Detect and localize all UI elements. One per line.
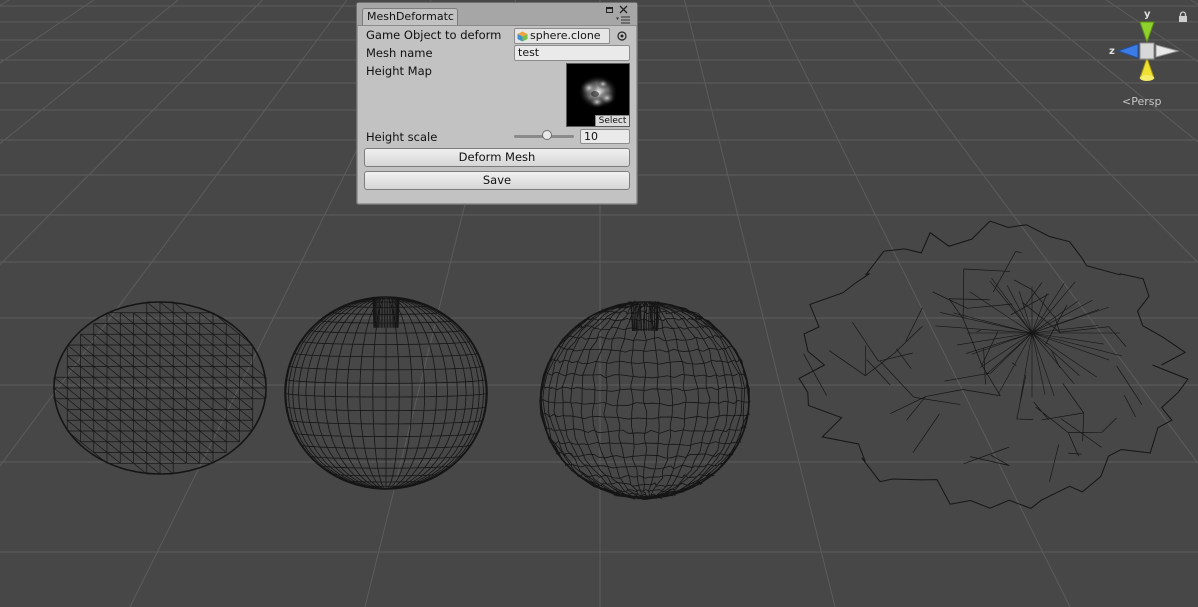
lock-icon[interactable] (1178, 11, 1188, 23)
height-scale-input[interactable]: 10 (580, 129, 630, 144)
gizmo-x-cone[interactable] (1155, 44, 1180, 58)
persp-label-text: Persp (1131, 95, 1162, 108)
gizmo-y-cone[interactable] (1139, 21, 1155, 44)
gizmo-yneg-cap (1140, 75, 1154, 81)
persp-label[interactable]: <Persp (1122, 95, 1161, 108)
gizmo-center-cube[interactable] (1139, 42, 1155, 60)
mesh-deformation-window: MeshDeformatc Game Object to deform sphe… (356, 2, 638, 205)
maximize-icon[interactable] (606, 7, 613, 13)
gizmo-z-cone[interactable] (1116, 43, 1139, 59)
wireframe-meshes (53, 220, 1189, 509)
wire-sphere-geodesic (53, 301, 267, 475)
height-map-label: Height Map (366, 64, 432, 78)
grid-line (0, 0, 95, 64)
gizmo-y-label: y (1144, 9, 1151, 20)
close-icon[interactable] (619, 5, 628, 14)
grid-line (0, 0, 263, 266)
game-object-label: Game Object to deform (366, 28, 502, 42)
save-button[interactable]: Save (364, 171, 630, 190)
height-map-select-button[interactable]: Select (595, 115, 629, 126)
height-scale-label: Height scale (366, 130, 438, 144)
wire-mesh-heightmap-deformed (803, 251, 1143, 482)
game-object-value: sphere.clone (530, 29, 601, 42)
height-map-texture-slot[interactable]: Select (566, 63, 630, 127)
mesh-name-input[interactable]: test (514, 45, 630, 61)
grid-line (0, 0, 10, 6)
wire-sphere-uv (284, 296, 488, 490)
cube-icon (517, 31, 528, 42)
gizmo-z-label: z (1109, 46, 1115, 57)
deform-mesh-button[interactable]: Deform Mesh (364, 148, 630, 167)
mesh-name-label: Mesh name (366, 46, 433, 60)
game-object-field[interactable]: sphere.clone (514, 28, 610, 44)
wire-mesh-heightmap-deformed-outline (798, 220, 1189, 509)
height-scale-slider-thumb[interactable] (542, 130, 552, 140)
window-menu-icon[interactable] (616, 16, 630, 24)
window-tab[interactable]: MeshDeformatc (362, 8, 458, 25)
object-picker-icon[interactable] (615, 29, 629, 43)
window-tab-strip: MeshDeformatc (357, 3, 637, 26)
grid-line (0, 0, 179, 145)
